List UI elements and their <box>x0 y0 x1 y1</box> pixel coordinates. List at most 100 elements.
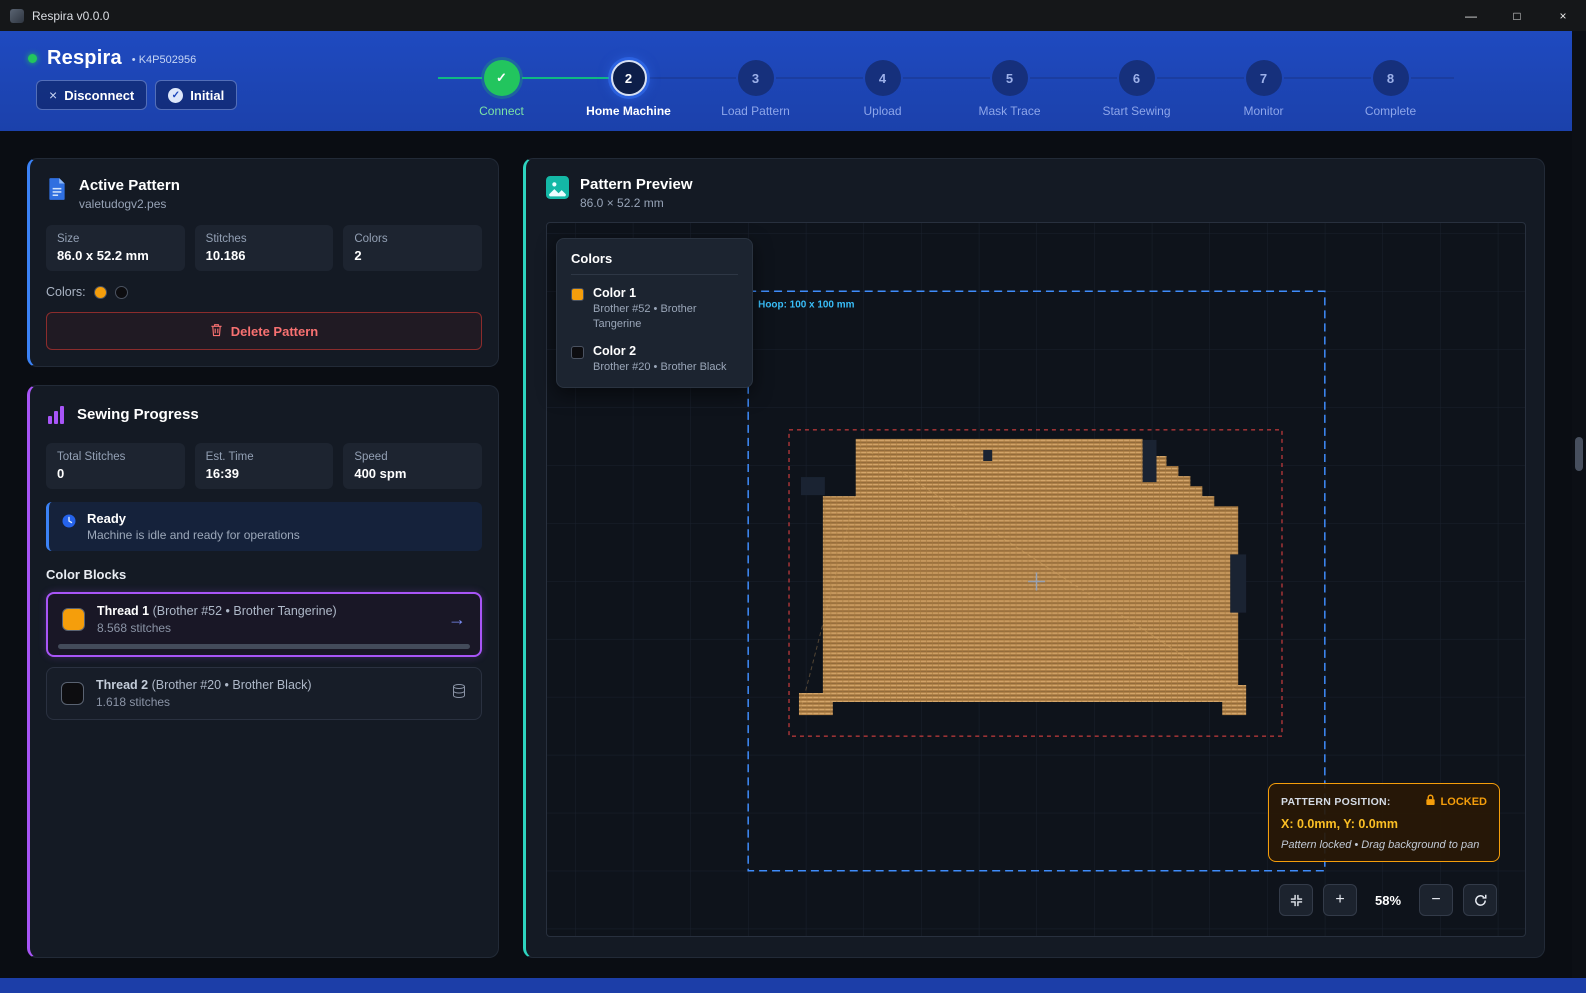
step-number: 8 <box>1373 60 1409 96</box>
stat-value: 86.0 x 52.2 mm <box>57 248 174 263</box>
delete-pattern-button[interactable]: Delete Pattern <box>46 312 482 350</box>
step-number: 4 <box>865 60 901 96</box>
thread-1-detail: (Brother #52 • Brother Tangerine) <box>153 604 337 618</box>
delete-pattern-label: Delete Pattern <box>231 324 318 339</box>
stat-est-time: Est. Time 16:39 <box>195 443 334 489</box>
locked-label: LOCKED <box>1441 796 1487 808</box>
step-label: Upload <box>819 104 946 118</box>
step-start-sewing[interactable]: 6 Start Sewing <box>1073 60 1200 118</box>
step-mask-trace[interactable]: 5 Mask Trace <box>946 60 1073 118</box>
window-scrollbar[interactable] <box>1572 31 1586 978</box>
thread-1-name: Thread 1 <box>97 604 153 618</box>
thread-1-stitches: 8.568 stitches <box>97 621 337 635</box>
step-monitor[interactable]: 7 Monitor <box>1200 60 1327 118</box>
hoop-label: Hoop: 100 x 100 mm <box>758 299 854 310</box>
legend-desc-1: Brother #52 • Brother Tangerine <box>593 302 735 333</box>
step-load-pattern[interactable]: 3 Load Pattern <box>692 60 819 118</box>
step-upload[interactable]: 4 Upload <box>819 60 946 118</box>
stat-label: Stitches <box>206 233 323 245</box>
thread-2-stitches: 1.618 stitches <box>96 695 312 709</box>
status-description: Machine is idle and ready for operations <box>87 528 300 542</box>
step-label: Complete <box>1327 104 1454 118</box>
minimize-button[interactable]: — <box>1448 0 1494 31</box>
zoom-level: 58% <box>1367 893 1409 908</box>
lock-icon <box>1425 794 1436 809</box>
step-home-machine[interactable]: 2 Home Machine <box>565 60 692 118</box>
stat-label: Est. Time <box>206 451 323 463</box>
stat-colors: Colors 2 <box>343 225 482 271</box>
disconnect-label: Disconnect <box>64 88 134 103</box>
legend-color-1: Color 1 Brother #52 • Brother Tangerine <box>571 286 738 333</box>
pattern-filename: valetudogv2.pes <box>79 197 180 211</box>
legend-swatch-1 <box>571 288 584 301</box>
stat-label: Size <box>57 233 174 245</box>
titlebar: Respira v0.0.0 — □ × <box>0 0 1586 31</box>
stat-speed: Speed 400 spm <box>343 443 482 489</box>
right-column: Pattern Preview 86.0 × 52.2 mm Colors Co… <box>523 158 1545 958</box>
stat-value: 10.186 <box>206 248 323 263</box>
pattern-preview-title: Pattern Preview <box>580 176 693 193</box>
position-coordinates: X: 0.0mm, Y: 0.0mm <box>1281 817 1487 831</box>
zoom-out-button[interactable]: − <box>1419 884 1453 916</box>
maximize-button[interactable]: □ <box>1494 0 1540 31</box>
close-button[interactable]: × <box>1540 0 1586 31</box>
thread-block-1[interactable]: Thread 1 (Brother #52 • Brother Tangerin… <box>46 592 482 657</box>
color-dot-1 <box>94 286 107 299</box>
document-icon <box>46 177 68 204</box>
zoom-in-button[interactable]: + <box>1323 884 1357 916</box>
zoom-controls: + 58% − <box>1279 884 1497 916</box>
legend-color-2: Color 2 Brother #20 • Brother Black <box>571 344 738 375</box>
step-label: Connect <box>438 104 565 118</box>
thread-block-2[interactable]: Thread 2 (Brother #20 • Brother Black) 1… <box>46 667 482 720</box>
embroidery-pattern[interactable] <box>799 439 1246 715</box>
app-icon <box>10 9 24 23</box>
app-window: Respira v0.0.0 — □ × Respira • K4P502956… <box>0 0 1586 993</box>
stat-label: Total Stitches <box>57 451 174 463</box>
image-icon <box>546 176 569 202</box>
machine-status-banner: Ready Machine is idle and ready for oper… <box>46 502 482 551</box>
step-number: 6 <box>1119 60 1155 96</box>
step-number: 2 <box>611 60 647 96</box>
stat-total-stitches: Total Stitches 0 <box>46 443 185 489</box>
bar-chart-icon <box>46 404 66 429</box>
colors-label: Colors: <box>46 285 86 299</box>
connection-status-icon <box>28 54 37 63</box>
initial-button[interactable]: ✓ Initial <box>155 80 237 110</box>
reset-view-button[interactable] <box>1463 884 1497 916</box>
step-connect[interactable]: ✓ Connect <box>438 60 565 118</box>
stat-value: 16:39 <box>206 466 323 481</box>
colors-legend-title: Colors <box>571 251 738 275</box>
legend-name-2: Color 2 <box>593 344 726 358</box>
stat-label: Speed <box>354 451 471 463</box>
legend-swatch-2 <box>571 346 584 359</box>
pattern-position-overlay: PATTERN POSITION: LOCKED X: 0.0mm, Y: 0.… <box>1268 783 1500 862</box>
step-check-icon: ✓ <box>484 60 520 96</box>
position-hint: Pattern locked • Drag background to pan <box>1281 839 1487 851</box>
initial-label: Initial <box>190 88 224 103</box>
sewing-progress-title: Sewing Progress <box>77 406 199 423</box>
legend-name-1: Color 1 <box>593 286 735 300</box>
stat-value: 400 spm <box>354 466 471 481</box>
step-complete[interactable]: 8 Complete <box>1327 60 1454 118</box>
step-number: 7 <box>1246 60 1282 96</box>
trash-icon <box>210 323 223 340</box>
thread-2-swatch <box>61 682 84 705</box>
stat-value: 0 <box>57 466 174 481</box>
app-header: Respira • K4P502956 × Disconnect ✓ Initi… <box>0 31 1586 131</box>
footer-bar <box>0 978 1586 993</box>
step-label: Start Sewing <box>1073 104 1200 118</box>
disconnect-button[interactable]: × Disconnect <box>36 80 147 110</box>
step-label: Mask Trace <box>946 104 1073 118</box>
machine-serial: • K4P502956 <box>132 54 196 66</box>
arrow-right-icon: → <box>448 609 466 630</box>
step-label: Load Pattern <box>692 104 819 118</box>
stat-stitches: Stitches 10.186 <box>195 225 334 271</box>
main-content: Active Pattern valetudogv2.pes Size 86.0… <box>0 131 1586 978</box>
colors-legend-panel: Colors Color 1 Brother #52 • Brother Tan… <box>556 238 753 388</box>
stat-value: 2 <box>354 248 471 263</box>
window-title: Respira v0.0.0 <box>32 9 109 23</box>
fit-view-button[interactable] <box>1279 884 1313 916</box>
app-name: Respira <box>47 47 122 70</box>
legend-desc-2: Brother #20 • Brother Black <box>593 360 726 375</box>
scrollbar-thumb[interactable] <box>1575 437 1583 471</box>
